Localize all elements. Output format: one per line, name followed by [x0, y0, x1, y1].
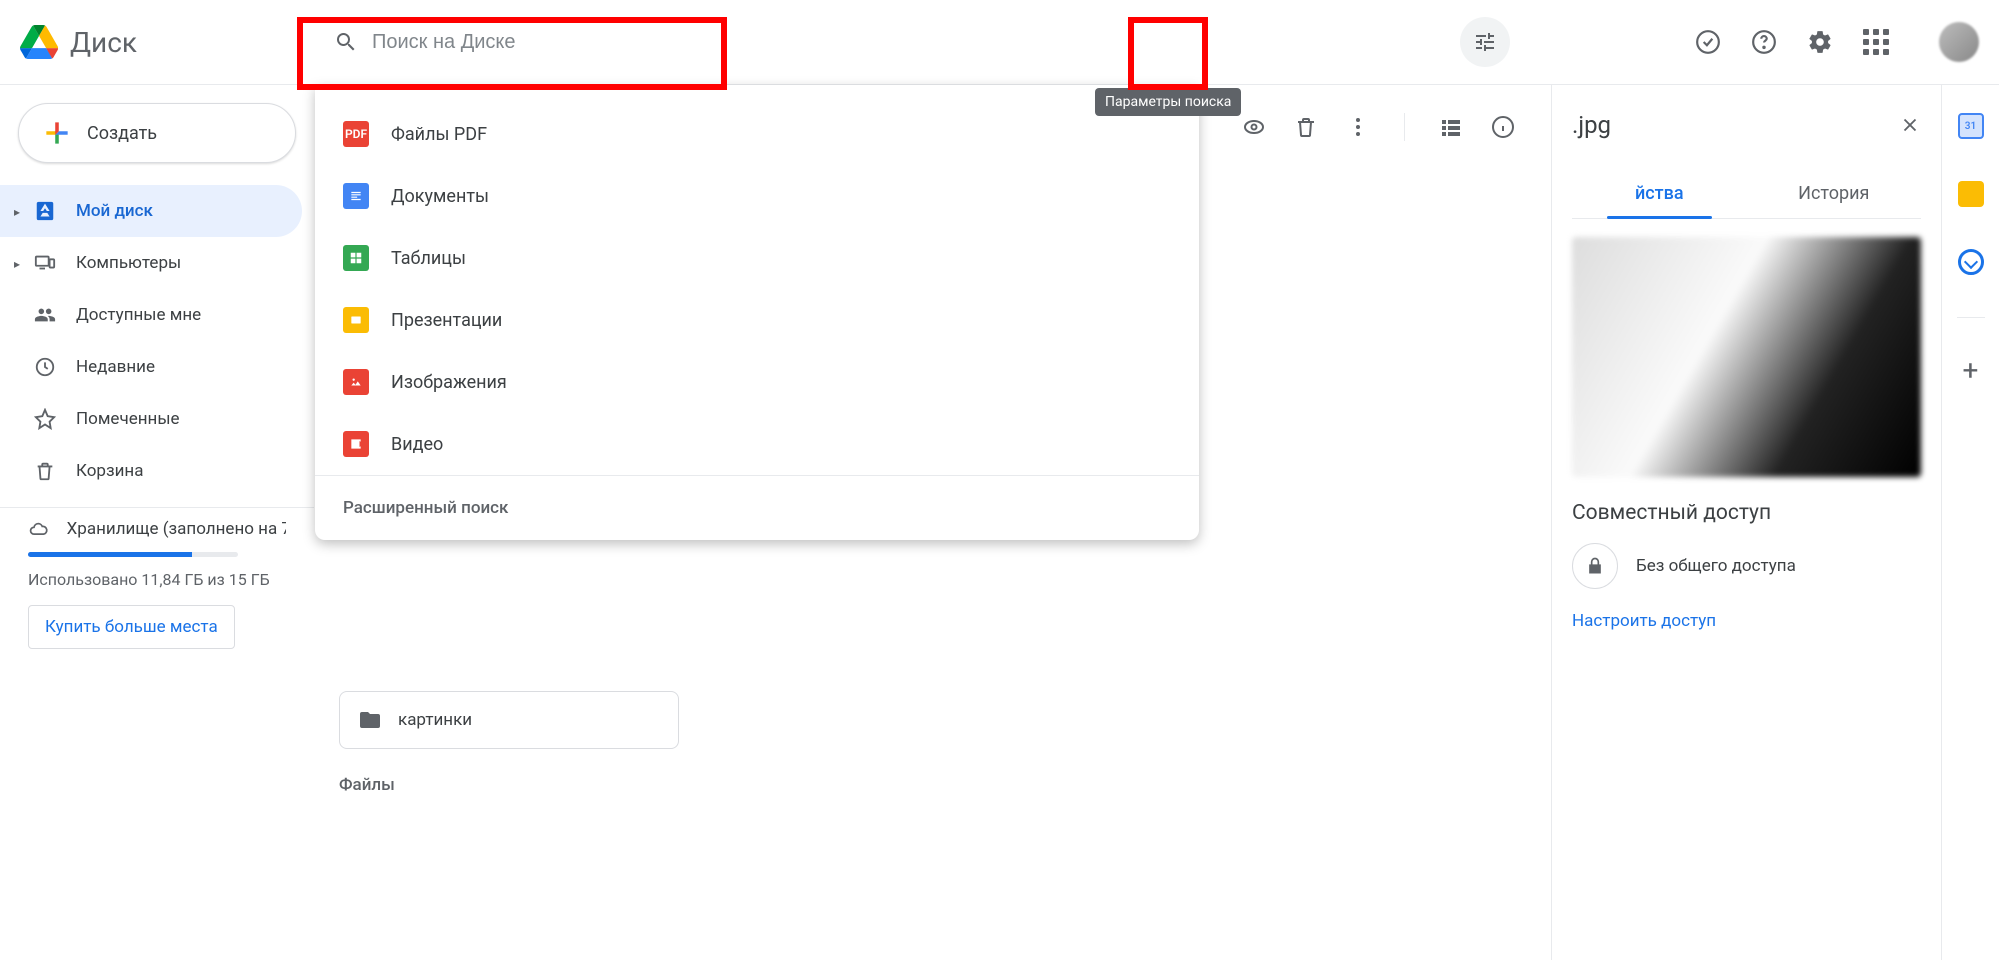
- apps-icon[interactable]: [1863, 29, 1889, 55]
- nav-label: Доступные мне: [76, 305, 201, 325]
- image-icon: [343, 369, 369, 395]
- search-tune-button[interactable]: [1460, 17, 1510, 67]
- sidebar: Создать Мой диск Компьютеры Доступные мн…: [0, 85, 315, 960]
- header: Диск: [0, 0, 1999, 85]
- nav-label: Компьютеры: [76, 253, 181, 273]
- search-icon: [334, 30, 358, 54]
- search-input[interactable]: [372, 31, 1190, 54]
- drive-logo-icon: [20, 23, 58, 61]
- add-app-icon[interactable]: +: [1958, 360, 1984, 386]
- folder-card[interactable]: картинки: [339, 691, 679, 749]
- buy-storage-button[interactable]: Купить больше места: [28, 605, 235, 649]
- help-icon[interactable]: [1751, 29, 1777, 55]
- nav-label: Мой диск: [76, 201, 153, 221]
- create-label: Создать: [87, 123, 157, 144]
- content-area: PDFФайлы PDF Документы Таблицы Презентац…: [315, 85, 1551, 960]
- header-actions: [1695, 22, 1979, 62]
- share-row: Без общего доступа: [1572, 543, 1921, 589]
- docs-icon: [343, 183, 369, 209]
- nav-my-drive[interactable]: Мой диск: [0, 185, 302, 237]
- search-area: [310, 12, 1665, 72]
- lock-icon: [1585, 556, 1605, 576]
- avatar[interactable]: [1939, 22, 1979, 62]
- calendar-app-icon[interactable]: [1958, 113, 1984, 139]
- drive-icon: [34, 200, 56, 222]
- nav-label: Корзина: [76, 461, 143, 481]
- tune-icon: [1473, 30, 1497, 54]
- pdf-icon: PDF: [343, 121, 369, 147]
- tasks-app-icon[interactable]: [1958, 249, 1984, 275]
- trash-icon[interactable]: [1294, 115, 1318, 139]
- main: Создать Мой диск Компьютеры Доступные мн…: [0, 85, 1999, 960]
- nav-label: Недавние: [76, 357, 155, 377]
- info-icon[interactable]: [1491, 115, 1515, 139]
- folder-row: картинки: [339, 691, 1527, 749]
- storage-section: Хранилище (заполнено на 78 Использовано …: [0, 518, 314, 649]
- tab-history[interactable]: История: [1747, 169, 1922, 218]
- nav-starred[interactable]: Помеченные: [0, 393, 314, 445]
- logo-area[interactable]: Диск: [20, 23, 310, 61]
- list-view-icon[interactable]: [1439, 115, 1463, 139]
- nav: Мой диск Компьютеры Доступные мне Недавн…: [0, 185, 314, 497]
- more-icon[interactable]: [1346, 115, 1370, 139]
- shared-icon: [34, 304, 56, 326]
- share-status: Без общего доступа: [1636, 556, 1796, 576]
- close-icon: [1899, 114, 1921, 136]
- suggest-advanced[interactable]: Расширенный поиск: [315, 475, 1199, 540]
- details-filename: .jpg: [1572, 111, 1611, 139]
- configure-share-link[interactable]: Настроить доступ: [1572, 611, 1921, 631]
- search-suggestions: PDFФайлы PDF Документы Таблицы Презентац…: [315, 85, 1199, 540]
- nav-trash[interactable]: Корзина: [0, 445, 314, 497]
- devices-icon: [34, 252, 56, 274]
- folder-icon: [358, 708, 382, 732]
- tab-properties[interactable]: йства: [1572, 169, 1747, 218]
- video-icon: [343, 431, 369, 457]
- plus-icon: [41, 117, 73, 149]
- nav-label: Помеченные: [76, 409, 180, 429]
- preview-icon[interactable]: [1242, 115, 1266, 139]
- storage-bar: [28, 552, 238, 557]
- suggest-sheets[interactable]: Таблицы: [315, 227, 1199, 289]
- gear-icon[interactable]: [1807, 29, 1833, 55]
- brand-name: Диск: [70, 26, 137, 59]
- suggest-slides[interactable]: Презентации: [315, 289, 1199, 351]
- details-title-row: .jpg: [1572, 111, 1921, 139]
- share-header: Совместный доступ: [1572, 501, 1921, 525]
- lock-badge: [1572, 543, 1618, 589]
- storage-used: Использовано 11,84 ГБ из 15 ГБ: [28, 569, 286, 591]
- clock-icon: [34, 356, 56, 378]
- files-header: Файлы: [339, 775, 1527, 795]
- search-box[interactable]: [310, 12, 1200, 72]
- suggest-pdf[interactable]: PDFФайлы PDF: [315, 103, 1199, 165]
- side-apps: +: [1941, 85, 1999, 960]
- close-button[interactable]: [1899, 114, 1921, 136]
- details-tabs: йства История: [1572, 169, 1921, 219]
- details-preview[interactable]: [1572, 237, 1921, 477]
- suggest-images[interactable]: Изображения: [315, 351, 1199, 413]
- trash-icon: [34, 460, 56, 482]
- offline-ready-icon[interactable]: [1695, 29, 1721, 55]
- nav-shared[interactable]: Доступные мне: [0, 289, 314, 341]
- nav-recent[interactable]: Недавние: [0, 341, 314, 393]
- keep-app-icon[interactable]: [1958, 181, 1984, 207]
- suggest-docs[interactable]: Документы: [315, 165, 1199, 227]
- nav-computers[interactable]: Компьютеры: [0, 237, 314, 289]
- sheets-icon: [343, 245, 369, 271]
- storage-label[interactable]: Хранилище (заполнено на 78: [67, 519, 286, 539]
- cloud-icon: [28, 518, 49, 540]
- create-button[interactable]: Создать: [18, 103, 296, 163]
- suggest-video[interactable]: Видео: [315, 413, 1199, 475]
- details-panel: .jpg йства История Совместный доступ Без…: [1551, 85, 1941, 960]
- tune-tooltip: Параметры поиска: [1095, 88, 1241, 116]
- slides-icon: [343, 307, 369, 333]
- star-icon: [34, 408, 56, 430]
